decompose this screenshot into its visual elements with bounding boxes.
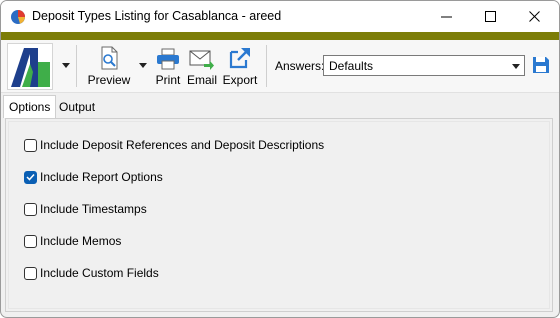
pie-chart-icon (11, 10, 25, 24)
toolbar-separator (76, 45, 77, 87)
export-label: Export (222, 73, 258, 87)
option-memos[interactable]: Include Memos (24, 233, 121, 249)
accent-bar (1, 32, 559, 40)
answers-value: Defaults (329, 59, 374, 73)
maximize-button[interactable] (468, 1, 512, 32)
print-button[interactable]: Print (151, 44, 185, 87)
minimize-button[interactable] (424, 1, 468, 32)
export-icon (229, 48, 250, 69)
checkbox-checked[interactable] (24, 170, 37, 184)
preview-menu-chevron-down-icon[interactable] (139, 63, 147, 68)
window-title: Deposit Types Listing for Casablanca - a… (32, 9, 282, 23)
report-window: Deposit Types Listing for Casablanca - a… (0, 0, 560, 318)
logo-mark (11, 48, 50, 87)
option-label: Include Custom Fields (40, 266, 159, 280)
option-label: Include Deposit References and Deposit D… (40, 138, 325, 152)
answers-select[interactable]: Defaults (323, 55, 525, 76)
toolbar: Preview Print Email Export Answers: Defa… (1, 40, 559, 93)
option-deposit-references[interactable]: Include Deposit References and Deposit D… (24, 137, 324, 153)
checkbox[interactable] (24, 202, 37, 216)
printer-icon (157, 48, 179, 70)
option-label: Include Memos (40, 234, 122, 248)
save-answers-icon[interactable] (532, 56, 550, 74)
tab-strip: Options Output (1, 95, 559, 119)
email-label: Email (186, 73, 217, 87)
preview-button[interactable]: Preview (87, 44, 131, 87)
company-logo-icon[interactable] (7, 43, 53, 90)
option-custom-fields[interactable]: Include Custom Fields (24, 265, 159, 281)
print-label: Print (155, 73, 181, 87)
export-button[interactable]: Export (221, 44, 259, 87)
title-bar[interactable]: Deposit Types Listing for Casablanca - a… (1, 1, 559, 32)
logo-menu-chevron-down-icon[interactable] (62, 63, 70, 68)
options-panel: Include Deposit References and Deposit D… (5, 118, 553, 312)
checkbox[interactable] (24, 234, 37, 248)
minimize-icon (440, 16, 452, 18)
option-report-options[interactable]: Include Report Options (24, 169, 163, 185)
checkbox[interactable] (24, 138, 37, 152)
checkmark-icon (26, 173, 35, 181)
tab-options[interactable]: Options (3, 95, 57, 118)
option-label: Include Report Options (40, 170, 163, 184)
email-icon (189, 50, 214, 70)
preview-label: Preview (87, 73, 131, 87)
toolbar-separator (266, 45, 267, 87)
maximize-icon (484, 11, 496, 22)
preview-icon (101, 46, 118, 70)
chevron-down-icon (512, 64, 520, 69)
close-icon (528, 11, 540, 22)
checkbox[interactable] (24, 266, 37, 280)
option-label: Include Timestamps (40, 202, 147, 216)
option-timestamps[interactable]: Include Timestamps (24, 201, 147, 217)
email-button[interactable]: Email (185, 44, 219, 87)
tab-output[interactable]: Output (54, 97, 100, 117)
close-button[interactable] (512, 1, 556, 32)
answers-label: Answers: (275, 59, 325, 73)
